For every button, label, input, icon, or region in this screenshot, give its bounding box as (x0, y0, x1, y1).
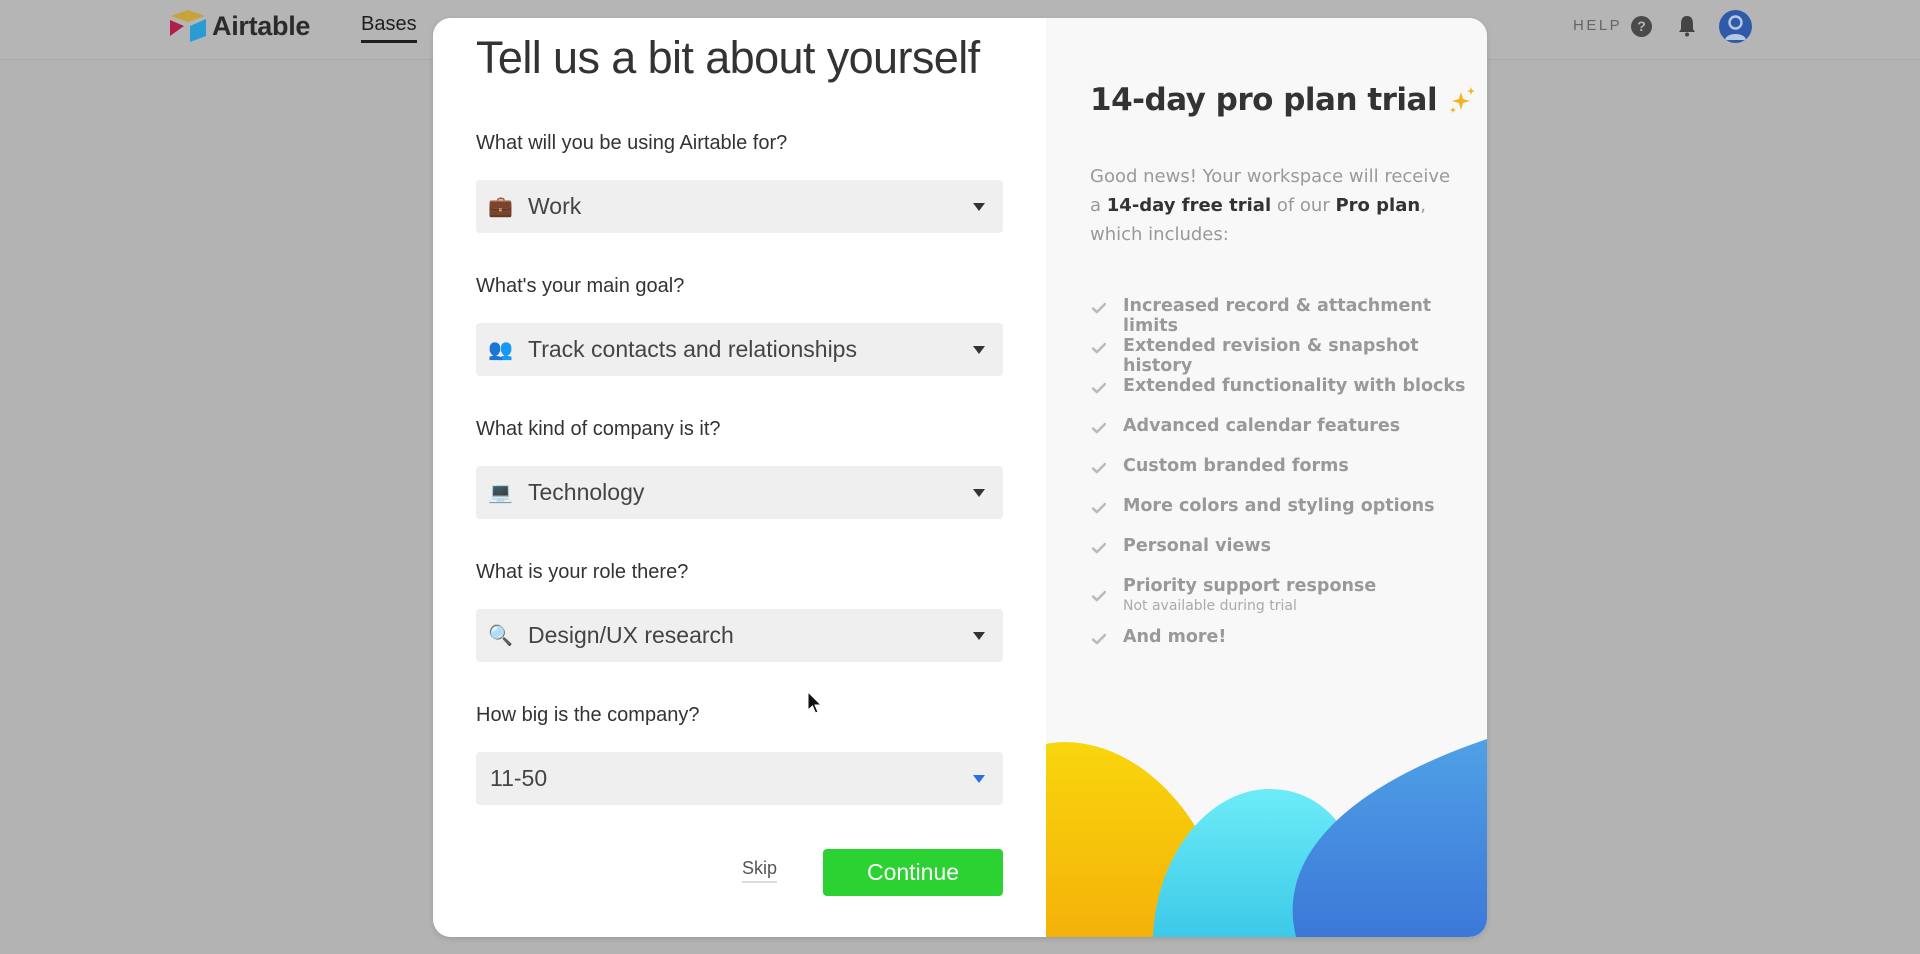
checkmark-icon (1092, 462, 1106, 474)
role-select[interactable]: 🔍 Design/UX research (476, 609, 1003, 662)
feature-item: More colors and styling options (1090, 496, 1435, 516)
feature-label: Personal views (1123, 536, 1271, 556)
laptop-icon: 💻 (488, 482, 513, 504)
mouse-cursor-icon (807, 691, 823, 714)
user-avatar-icon[interactable] (1719, 10, 1752, 43)
trial-description: Good news! Your workspace will receive a… (1090, 162, 1460, 249)
checkmark-icon (1092, 590, 1106, 602)
checkmark-icon (1092, 502, 1106, 514)
feature-label: Priority support response (1123, 576, 1377, 596)
feature-label: And more! (1123, 627, 1227, 647)
nav-bases-tab[interactable]: Bases (361, 13, 417, 43)
blue-blob (1292, 739, 1487, 937)
help-link[interactable]: HELP (1573, 17, 1622, 34)
usage-select[interactable]: 💼 Work (476, 180, 1003, 233)
modal-title: Tell us a bit about yourself (476, 32, 980, 83)
airtable-logo[interactable]: Airtable (168, 8, 310, 44)
feature-label: Increased record & attachment limits (1123, 296, 1432, 336)
briefcase-icon: 💼 (488, 196, 513, 218)
people-icon: 👥 (488, 339, 513, 361)
feature-item: Personal views (1090, 536, 1271, 556)
decorative-blobs (1046, 739, 1487, 937)
chevron-down-icon (973, 345, 985, 354)
feature-label: Extended functionality with blocks (1123, 376, 1466, 396)
checkmark-icon (1092, 633, 1106, 645)
feature-note: Not available during trial (1123, 598, 1297, 614)
trial-info-panel: 14-day pro plan trial Good news! Your wo… (1046, 18, 1487, 937)
usage-select-value: Work (528, 193, 582, 219)
feature-label: Extended revision & snapshot history (1123, 336, 1419, 376)
company-size-select-value: 11-50 (490, 765, 548, 791)
feature-item: Increased record & attachment limits (1090, 296, 1470, 336)
sparkles-icon (1450, 87, 1476, 113)
feature-item: Extended revision & snapshot history (1090, 336, 1470, 376)
feature-label: Custom branded forms (1123, 456, 1349, 476)
question-label-usage: What will you be using Airtable for? (476, 132, 788, 154)
trial-title: 14-day pro plan trial (1090, 82, 1477, 118)
magnifier-icon: 🔍 (488, 625, 513, 647)
chevron-down-icon (973, 488, 985, 497)
checkmark-icon (1092, 382, 1106, 394)
airtable-logo-icon (170, 10, 206, 42)
desc-highlight-trial: 14-day free trial (1106, 195, 1272, 216)
company-type-select[interactable]: 💻 Technology (476, 466, 1003, 519)
bell-icon[interactable] (1676, 14, 1698, 38)
company-type-select-value: Technology (528, 479, 645, 505)
question-label-company-size: How big is the company? (476, 704, 700, 726)
trial-title-text: 14-day pro plan trial (1090, 82, 1438, 118)
checkmark-icon (1092, 302, 1106, 314)
desc-text: of our (1271, 195, 1336, 216)
goal-select-value: Track contacts and relationships (528, 336, 857, 362)
feature-item: Extended functionality with blocks (1090, 376, 1465, 396)
skip-button[interactable]: Skip (742, 858, 778, 883)
checkmark-icon (1092, 342, 1106, 354)
survey-panel: Tell us a bit about yourself What will y… (433, 18, 1046, 937)
feature-item: Advanced calendar features (1090, 416, 1400, 436)
question-circle-icon[interactable]: ? (1631, 16, 1652, 37)
feature-label: Advanced calendar features (1123, 416, 1401, 436)
question-label-role: What is your role there? (476, 561, 689, 583)
continue-button[interactable]: Continue (823, 849, 1003, 896)
feature-item: Priority support response Not available d… (1090, 576, 1376, 614)
feature-item: And more! (1090, 627, 1226, 647)
chevron-down-icon (973, 631, 985, 640)
onboarding-modal: Tell us a bit about yourself What will y… (433, 18, 1487, 937)
question-label-company-type: What kind of company is it? (476, 418, 721, 440)
feature-label: More colors and styling options (1123, 496, 1435, 516)
chevron-down-icon (973, 774, 985, 783)
checkmark-icon (1092, 422, 1106, 434)
feature-item: Custom branded forms (1090, 456, 1349, 476)
checkmark-icon (1092, 542, 1106, 554)
desc-highlight-plan: Pro plan (1335, 195, 1421, 216)
chevron-down-icon (973, 202, 985, 211)
role-select-value: Design/UX research (528, 622, 734, 648)
brand-name: Airtable (212, 10, 311, 41)
question-label-goal: What's your main goal? (476, 275, 685, 297)
company-size-select[interactable]: 11-50 (476, 752, 1003, 805)
goal-select[interactable]: 👥 Track contacts and relationships (476, 323, 1003, 376)
